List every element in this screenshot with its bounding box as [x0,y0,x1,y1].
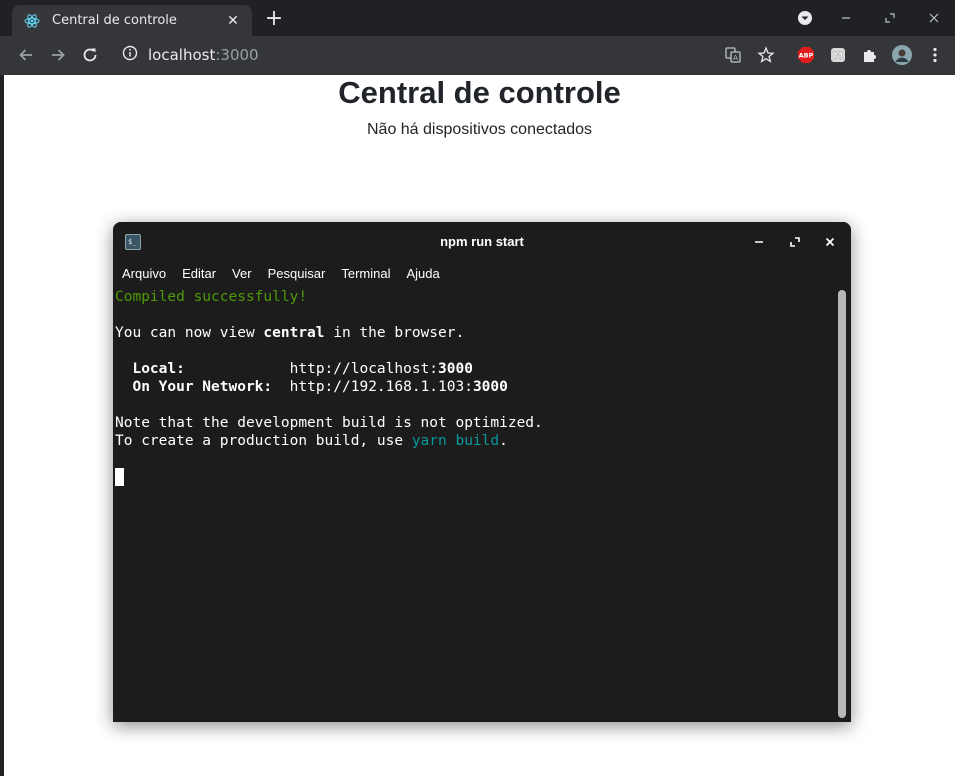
note-line-2-post: . [499,433,508,449]
network-port: 3000 [472,379,508,395]
menu-ajuda[interactable]: Ajuda [407,262,440,286]
menu-editar[interactable]: Editar [182,262,216,286]
page-subtitle: Não há dispositivos conectados [366,121,593,138]
browser-tab[interactable]: Central de controle ✕ [12,5,252,36]
app-name: central [263,325,325,341]
tab-title: Central de controle [52,13,177,28]
view-line-pre: You can now view [115,325,264,341]
terminal-scrollbar[interactable] [838,290,846,718]
terminal-window[interactable]: $_ npm run start Arquivo Editar Ver Pesq… [113,222,851,722]
tab-close-icon[interactable]: ✕ [224,12,242,30]
browser-menu-icon[interactable] [925,45,945,65]
extensions-puzzle-icon[interactable] [860,45,880,65]
terminal-maximize-icon[interactable] [785,232,805,252]
minimize-icon[interactable] [836,8,856,28]
yarn-build-command: yarn build [411,433,500,449]
terminal-output[interactable]: Compiled successfully! You can now view … [115,288,835,486]
page-title: Central de controle [338,75,621,110]
svg-text:A: A [733,54,738,62]
terminal-cursor [115,468,124,486]
url-port: :3000 [215,46,259,64]
note-line-2-pre: To create a production build, use [115,433,412,449]
tab-search-icon[interactable] [795,8,815,28]
menu-pesquisar[interactable]: Pesquisar [268,262,326,286]
compiled-line: Compiled successfully! [115,289,308,305]
terminal-close-icon[interactable] [820,232,840,252]
m-label: M [833,51,843,62]
menu-arquivo[interactable]: Arquivo [122,262,166,286]
reload-icon[interactable] [79,44,101,66]
view-line-post: in the browser. [324,325,465,341]
m-extension-icon[interactable]: M [828,45,848,65]
react-icon [24,13,40,29]
local-label: Local: [132,361,185,377]
maximize-icon[interactable] [880,8,900,28]
address-bar[interactable]: localhost:3000 [110,40,780,70]
tab-strip: Central de controle ✕ + [0,0,955,36]
close-window-icon[interactable] [924,8,944,28]
menu-terminal[interactable]: Terminal [341,262,390,286]
terminal-titlebar[interactable]: $_ npm run start [113,222,851,262]
site-info-icon[interactable] [122,45,138,65]
profile-avatar[interactable] [892,45,912,65]
forward-icon[interactable] [47,44,69,66]
abp-label: ABP [799,52,814,60]
terminal-title: npm run start [440,234,524,249]
url-host: localhost [148,46,216,64]
terminal-menubar: Arquivo Editar Ver Pesquisar Terminal Aj… [113,262,851,286]
adblock-plus-icon[interactable]: ABP [796,45,816,65]
new-tab-icon[interactable]: + [264,8,284,30]
network-url: http://192.168.1.103: [289,379,473,395]
terminal-minimize-icon[interactable] [749,232,769,252]
local-url: http://localhost: [289,361,439,377]
bookmark-star-icon[interactable] [756,45,776,65]
note-line-1: Note that the development build is not o… [115,415,543,431]
local-port: 3000 [438,361,473,377]
menu-ver[interactable]: Ver [232,262,252,286]
browser-toolbar: localhost:3000 A ABP M [0,36,955,75]
back-icon[interactable] [15,44,37,66]
translate-icon[interactable]: A [723,45,743,65]
network-label: On Your Network: [132,379,273,395]
